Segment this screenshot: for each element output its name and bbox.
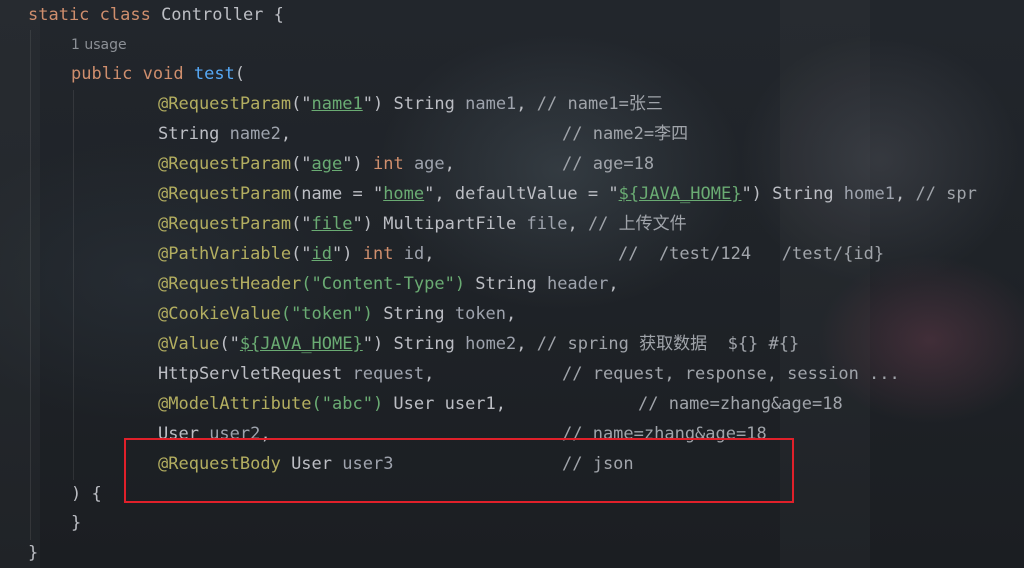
comment: // name=zhang&age=18	[638, 394, 843, 414]
string-literal: ("token")	[280, 304, 373, 324]
param-name: home1	[843, 184, 895, 204]
class-declaration-line[interactable]: static class Controller {	[28, 0, 284, 30]
annotation: @Value	[158, 334, 220, 354]
string-literal: ${JAVA_HOME}	[239, 334, 363, 354]
annotation: @RequestParam	[158, 184, 292, 204]
code-text: ,	[567, 214, 588, 234]
code-text: ("	[291, 214, 312, 234]
param-line-1[interactable]: @RequestParam("name1") String name1, // …	[158, 89, 663, 119]
class-close-brace-line[interactable]: }	[28, 538, 38, 568]
string-literal: age	[311, 154, 343, 174]
keyword: public	[71, 64, 143, 84]
param-line-10[interactable]: HttpServletRequest request,	[158, 359, 434, 389]
comment: // age=18	[562, 154, 655, 174]
string-literal: file	[311, 214, 353, 234]
code-text: ") String	[362, 334, 466, 354]
param-line-2[interactable]: String name2,	[158, 119, 291, 149]
param-line-9[interactable]: @Value("${JAVA_HOME}") String home2, // …	[158, 329, 799, 359]
annotation: @ModelAttribute	[158, 394, 312, 414]
annotation: @CookieValue	[158, 304, 281, 324]
annotation: @RequestParam	[158, 154, 292, 174]
code-text: ,	[424, 244, 435, 264]
annotation: @PathVariable	[158, 244, 292, 264]
string-literal: ${JAVA_HOME}	[618, 184, 742, 204]
string-literal: home	[383, 184, 425, 204]
method-declaration-line[interactable]: public void test(	[71, 59, 245, 89]
code-text: ") MultipartFile	[352, 214, 527, 234]
code-text: ,	[280, 124, 292, 144]
code-text: ("	[219, 334, 240, 354]
code-text: ")	[332, 244, 363, 264]
keyword: static class	[28, 5, 162, 25]
comment: // request, response, session ...	[562, 364, 900, 384]
param-name: age	[413, 154, 445, 174]
annotation: @RequestParam	[158, 214, 292, 234]
annotation: @RequestParam	[158, 94, 292, 114]
code-text: ,	[608, 274, 619, 294]
param-line-5[interactable]: @RequestParam("file") MultipartFile file…	[158, 209, 687, 239]
code-editor[interactable]: static class Controller { 1 usage public…	[0, 0, 1024, 568]
param-name: name1	[465, 94, 517, 114]
annotation: @RequestHeader	[158, 274, 302, 294]
type-name: String	[158, 124, 230, 144]
keyword: int	[362, 244, 404, 264]
comment: // spr	[915, 184, 977, 204]
type-name: String	[393, 94, 466, 114]
param-line-11[interactable]: @ModelAttribute("abc") User user1,	[158, 389, 506, 419]
code-text: ,	[506, 304, 517, 324]
string-literal: name1	[311, 94, 363, 114]
comment: // name1=张三	[536, 94, 663, 114]
code-text: ,	[516, 94, 537, 114]
param-name: token	[454, 304, 507, 324]
param-line-6[interactable]: @PathVariable("id") int id,	[158, 239, 434, 269]
param-name: id	[403, 244, 425, 264]
method-name: test	[193, 64, 235, 84]
comment: // /test/124 /test/{id}	[618, 244, 885, 264]
code-text: ")	[342, 154, 373, 174]
param-name: header	[546, 274, 609, 294]
usage-hint[interactable]: 1 usage	[71, 34, 127, 56]
indent-guide	[30, 30, 31, 540]
comment: // 上传文件	[587, 214, 687, 234]
param-line-3[interactable]: @RequestParam("age") int age,	[158, 149, 455, 179]
code-text: ")	[362, 94, 394, 114]
code-text: String	[465, 274, 547, 294]
code-text: ("	[291, 94, 312, 114]
comment: // name2=李四	[562, 124, 689, 144]
method-body-open-line[interactable]: ) {	[71, 479, 102, 509]
paren: (	[234, 64, 246, 84]
code-text: ,	[444, 154, 455, 174]
background-decoration	[0, 0, 40, 568]
type-name: HttpServletRequest	[158, 364, 353, 384]
param-name: name2	[229, 124, 281, 144]
method-close-brace-line[interactable]: }	[71, 508, 81, 538]
code-text: ") String	[741, 184, 844, 204]
param-line-4[interactable]: @RequestParam(name = "home", defaultValu…	[158, 179, 977, 209]
indent-guide	[73, 90, 74, 480]
code-text: ("	[291, 244, 312, 264]
code-text: ,	[424, 364, 435, 384]
code-text: String	[372, 304, 455, 324]
string-literal: id	[311, 244, 333, 264]
highlight-box	[124, 438, 794, 503]
param-name: file	[526, 214, 568, 234]
param-line-8[interactable]: @CookieValue("token") String token,	[158, 299, 516, 329]
code-text: ,	[894, 184, 916, 204]
code-text: ("	[291, 154, 312, 174]
string-literal: ("Content-Type")	[301, 274, 466, 294]
class-name: Controller {	[161, 5, 284, 25]
string-literal: ("abc")	[311, 394, 384, 414]
param-name: request	[352, 364, 425, 384]
code-text: User user1,	[383, 394, 507, 414]
comment: // spring 获取数据 ${} #{}	[536, 334, 800, 354]
code-text: (name = "	[291, 184, 384, 204]
code-text: ", defaultValue = "	[424, 184, 619, 204]
param-line-7[interactable]: @RequestHeader("Content-Type") String he…	[158, 269, 619, 299]
keyword: void	[142, 64, 194, 84]
keyword: int	[372, 154, 414, 174]
code-text: ,	[516, 334, 537, 354]
param-name: home2	[465, 334, 517, 354]
